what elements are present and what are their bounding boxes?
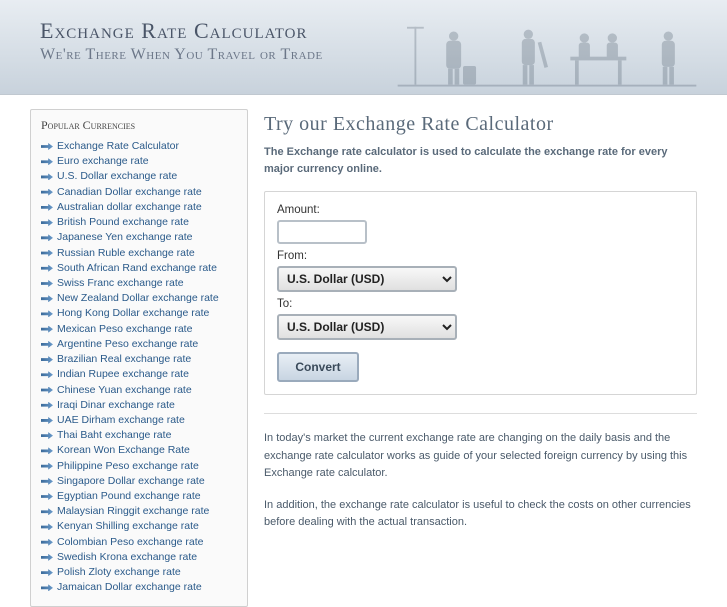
sidebar-link[interactable]: South African Rand exchange rate (41, 261, 237, 276)
sidebar-link[interactable]: Korean Won Exchange Rate (41, 443, 237, 458)
sidebar-link[interactable]: Swiss Franc exchange rate (41, 276, 237, 291)
to-label: To: (277, 298, 684, 310)
sidebar-link[interactable]: Philippine Peso exchange rate (41, 459, 237, 474)
sidebar-link[interactable]: Kenyan Shilling exchange rate (41, 519, 237, 534)
sidebar-link[interactable]: Exchange Rate Calculator (41, 139, 237, 154)
page-header: Exchange Rate Calculator We're There Whe… (0, 0, 727, 95)
sidebar-link[interactable]: Thai Baht exchange rate (41, 428, 237, 443)
sidebar-link[interactable]: Polish Zloty exchange rate (41, 565, 237, 580)
sidebar-link[interactable]: Japanese Yen exchange rate (41, 230, 237, 245)
calculator-form: Amount: From: U.S. Dollar (USD) To: U.S.… (264, 191, 697, 395)
sidebar-link[interactable]: Iraqi Dinar exchange rate (41, 398, 237, 413)
amount-input[interactable] (277, 220, 367, 244)
header-silhouette-art (387, 10, 707, 94)
paragraph-1: In today's market the current exchange r… (264, 430, 697, 483)
sidebar-link[interactable]: UAE Dirham exchange rate (41, 413, 237, 428)
from-label: From: (277, 250, 684, 262)
sidebar-link[interactable]: Indian Rupee exchange rate (41, 367, 237, 382)
to-select[interactable]: U.S. Dollar (USD) (277, 314, 457, 340)
sidebar-link[interactable]: Malaysian Ringgit exchange rate (41, 504, 237, 519)
sidebar-link[interactable]: Colombian Peso exchange rate (41, 535, 237, 550)
sidebar-link[interactable]: Jamaican Dollar exchange rate (41, 580, 237, 595)
sidebar-link[interactable]: Chinese Yuan exchange rate (41, 383, 237, 398)
sidebar-link[interactable]: Australian dollar exchange rate (41, 200, 237, 215)
divider (264, 413, 697, 414)
sidebar-title: Popular Currencies (41, 118, 237, 133)
sidebar-link[interactable]: Euro exchange rate (41, 154, 237, 169)
sidebar-link[interactable]: Hong Kong Dollar exchange rate (41, 306, 237, 321)
convert-button[interactable]: Convert (277, 352, 359, 382)
sidebar-link[interactable]: British Pound exchange rate (41, 215, 237, 230)
sidebar-popular-currencies: Popular Currencies Exchange Rate Calcula… (30, 109, 248, 607)
main-heading: Try our Exchange Rate Calculator (264, 113, 697, 136)
sidebar-link[interactable]: Canadian Dollar exchange rate (41, 185, 237, 200)
intro-text: The Exchange rate calculator is used to … (264, 144, 697, 177)
sidebar-link[interactable]: Mexican Peso exchange rate (41, 322, 237, 337)
sidebar-link[interactable]: Russian Ruble exchange rate (41, 246, 237, 261)
sidebar-link[interactable]: Singapore Dollar exchange rate (41, 474, 237, 489)
paragraph-2: In addition, the exchange rate calculato… (264, 497, 697, 532)
main-content: Try our Exchange Rate Calculator The Exc… (264, 109, 697, 607)
from-select[interactable]: U.S. Dollar (USD) (277, 266, 457, 292)
amount-label: Amount: (277, 204, 684, 216)
sidebar-link[interactable]: Argentine Peso exchange rate (41, 337, 237, 352)
sidebar-link[interactable]: Egyptian Pound exchange rate (41, 489, 237, 504)
sidebar-link[interactable]: New Zealand Dollar exchange rate (41, 291, 237, 306)
sidebar-list: Exchange Rate CalculatorEuro exchange ra… (41, 139, 237, 596)
sidebar-link[interactable]: U.S. Dollar exchange rate (41, 169, 237, 184)
sidebar-link[interactable]: Brazilian Real exchange rate (41, 352, 237, 367)
sidebar-link[interactable]: Swedish Krona exchange rate (41, 550, 237, 565)
